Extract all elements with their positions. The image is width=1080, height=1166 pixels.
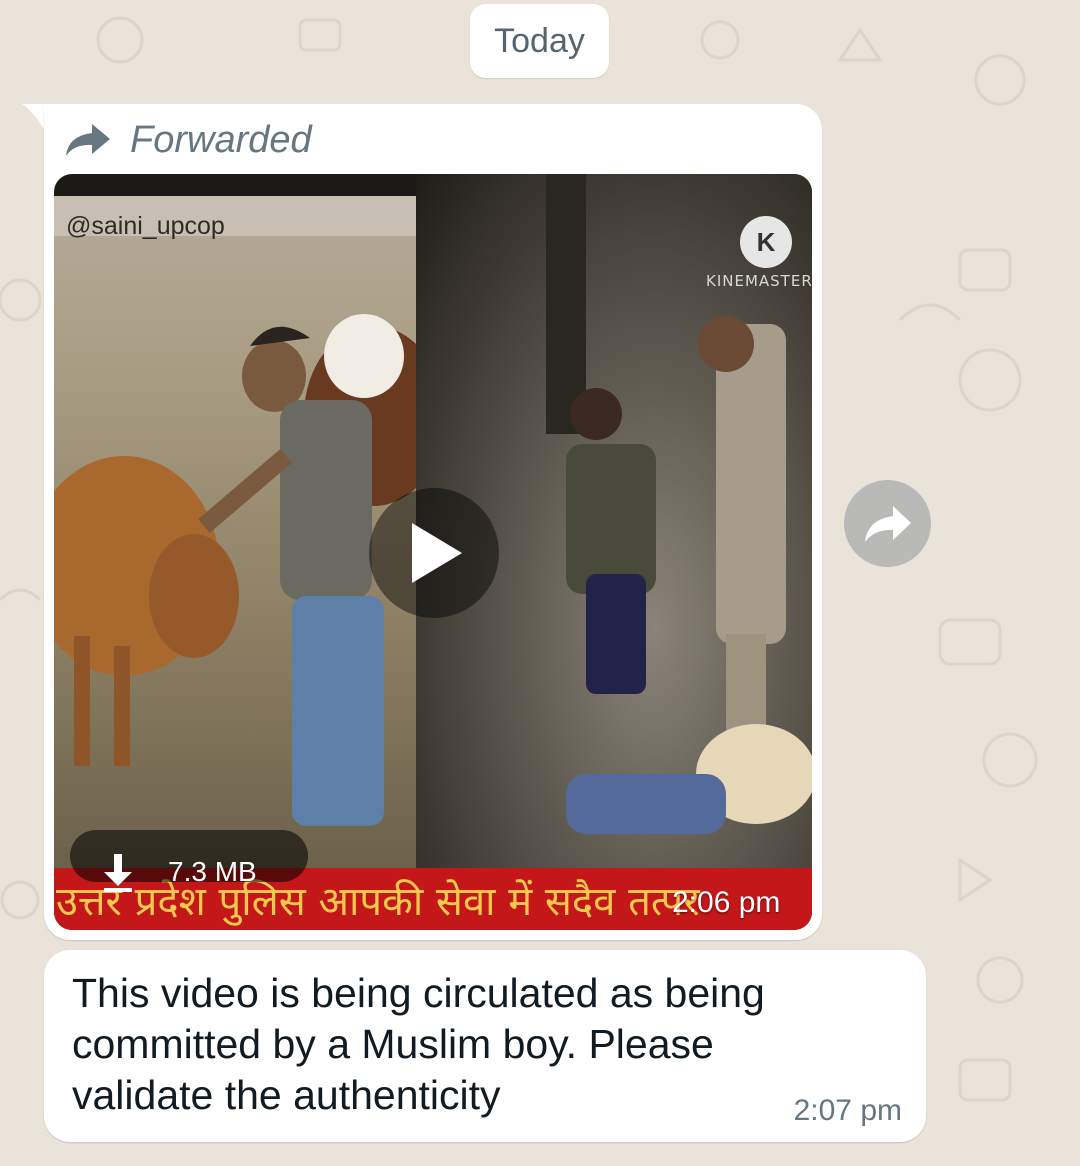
forwarded-label: Forwarded [130,118,312,161]
video-overlay-handle: @saini_upcop [66,212,225,240]
text-message-bubble[interactable]: This video is being circulated as being … [44,950,926,1142]
message-timestamp: 2:07 pm [793,1094,902,1127]
play-icon [412,523,462,583]
media-timestamp: 2:06 pm [672,886,781,919]
scene-cows-and-boy [54,196,444,826]
download-icon[interactable] [102,854,134,892]
kinemaster-watermark: KINEMASTER [706,272,812,290]
kinemaster-logo: K [740,216,792,268]
forwarded-indicator: Forwarded [64,118,312,162]
message-text: This video is being circulated as being … [72,970,765,1118]
play-button[interactable] [369,488,499,618]
bubble-tail [22,104,46,132]
forward-share-button[interactable] [844,480,931,567]
forwarded-arrow-icon [66,124,110,156]
media-message-bubble[interactable]: Forwarded @saini_upcop K KINEMASTER उत्त… [44,104,822,940]
video-frame-left [54,196,444,874]
video-thumbnail[interactable]: @saini_upcop K KINEMASTER उत्तर प्रदेश प… [54,174,812,930]
forward-share-icon [864,505,911,542]
file-size: 7.3 MB [168,856,257,887]
date-separator: Today [470,4,609,78]
